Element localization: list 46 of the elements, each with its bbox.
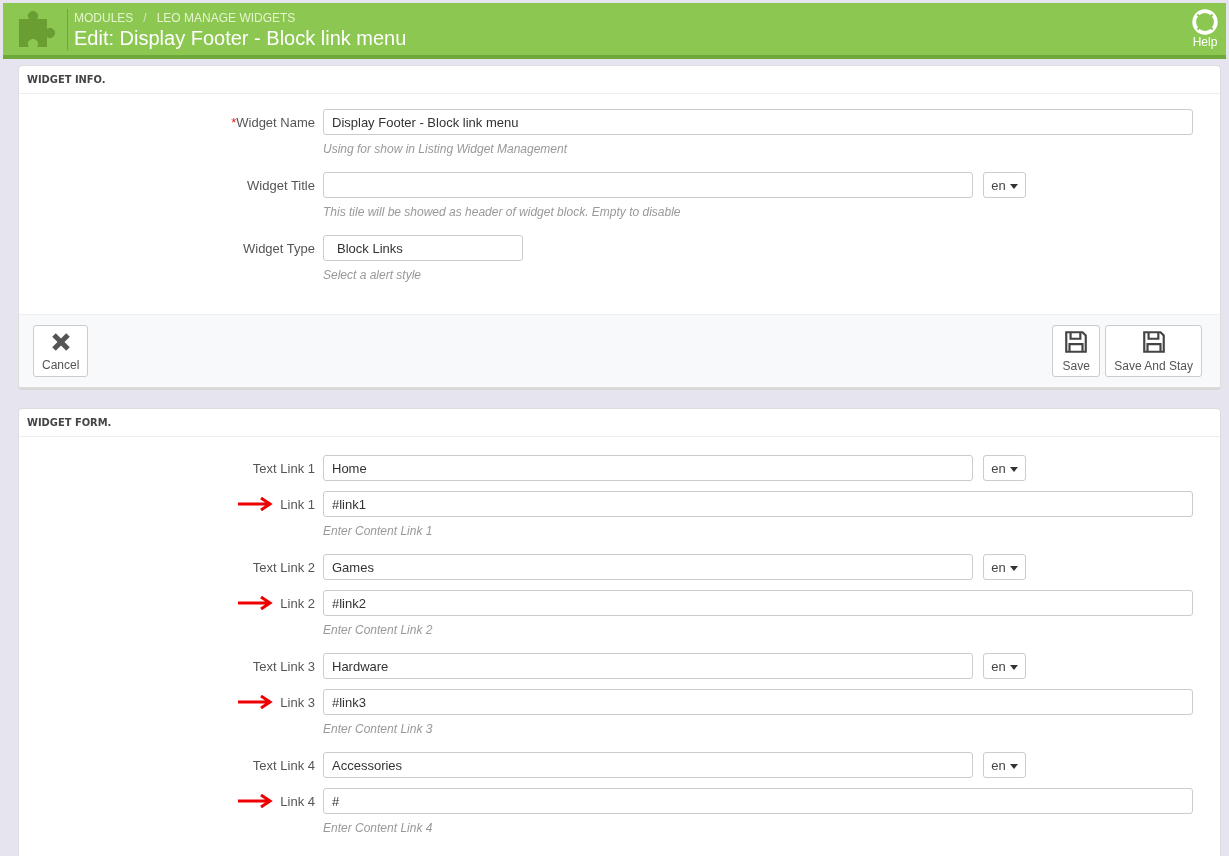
panel-heading: WIDGET FORM. [19, 409, 1220, 437]
save-button[interactable]: Save [1052, 325, 1101, 377]
field-label: Widget Type [241, 240, 316, 256]
save-button[interactable]: Save And Stay [1105, 325, 1202, 377]
panel-heading: WIDGET INFO. [19, 66, 1220, 94]
text-input[interactable] [323, 172, 973, 198]
text-input[interactable]: Games [323, 554, 973, 580]
help-text: Select a alert style [323, 268, 422, 282]
field-label: Text Link 2 [251, 559, 316, 575]
help-text: This tile will be showed as header of widget block. Empty to disable [323, 205, 681, 219]
field-label: Link 3 [280, 694, 315, 710]
text-input[interactable]: #link1 [323, 491, 1193, 517]
field-label: Widget Title [246, 177, 316, 193]
help-text: Enter Content Link 3 [323, 722, 433, 736]
field-label: Text Link 4 [251, 757, 316, 773]
field-label: Text Link 3 [251, 658, 316, 674]
lifebuoy-icon [1192, 9, 1218, 35]
help-text: Enter Content Link 4 [323, 821, 433, 835]
arrow-icon [238, 596, 275, 610]
field-label: Text Link 1 [251, 460, 316, 476]
text-input[interactable]: Accessories [323, 752, 973, 778]
text-input[interactable]: Home [323, 455, 973, 481]
field-label: Link 4 [280, 793, 315, 809]
help-text: Enter Content Link 2 [323, 623, 433, 637]
text-input[interactable]: # [323, 788, 1193, 814]
arrow-icon [238, 794, 275, 808]
field-label: Link 2 [280, 595, 315, 611]
text-input[interactable]: #link2 [323, 590, 1193, 616]
field-label: *Widget Name [230, 114, 316, 130]
language-dropdown[interactable]: en [983, 455, 1026, 481]
help-text: Enter Content Link 1 [323, 524, 433, 538]
language-dropdown[interactable]: en [983, 554, 1026, 580]
cancel-button[interactable]: Cancel [33, 325, 89, 377]
text-input[interactable]: Hardware [323, 653, 973, 679]
page-title: Edit: Display Footer - Block link menu [74, 26, 408, 50]
help-text: Using for show in Listing Widget Management [323, 142, 567, 156]
language-dropdown[interactable]: en [983, 752, 1026, 778]
text-input[interactable]: #link3 [323, 689, 1193, 715]
field-label: Link 1 [280, 496, 315, 512]
arrow-icon [238, 695, 275, 709]
text-input[interactable]: Display Footer - Block link menu [323, 109, 1193, 135]
language-dropdown[interactable]: en [983, 172, 1026, 198]
language-dropdown[interactable]: en [983, 653, 1026, 679]
breadcrumb-separator: / [143, 10, 147, 25]
arrow-icon [238, 497, 275, 511]
type-select[interactable]: Block Links [323, 235, 523, 261]
